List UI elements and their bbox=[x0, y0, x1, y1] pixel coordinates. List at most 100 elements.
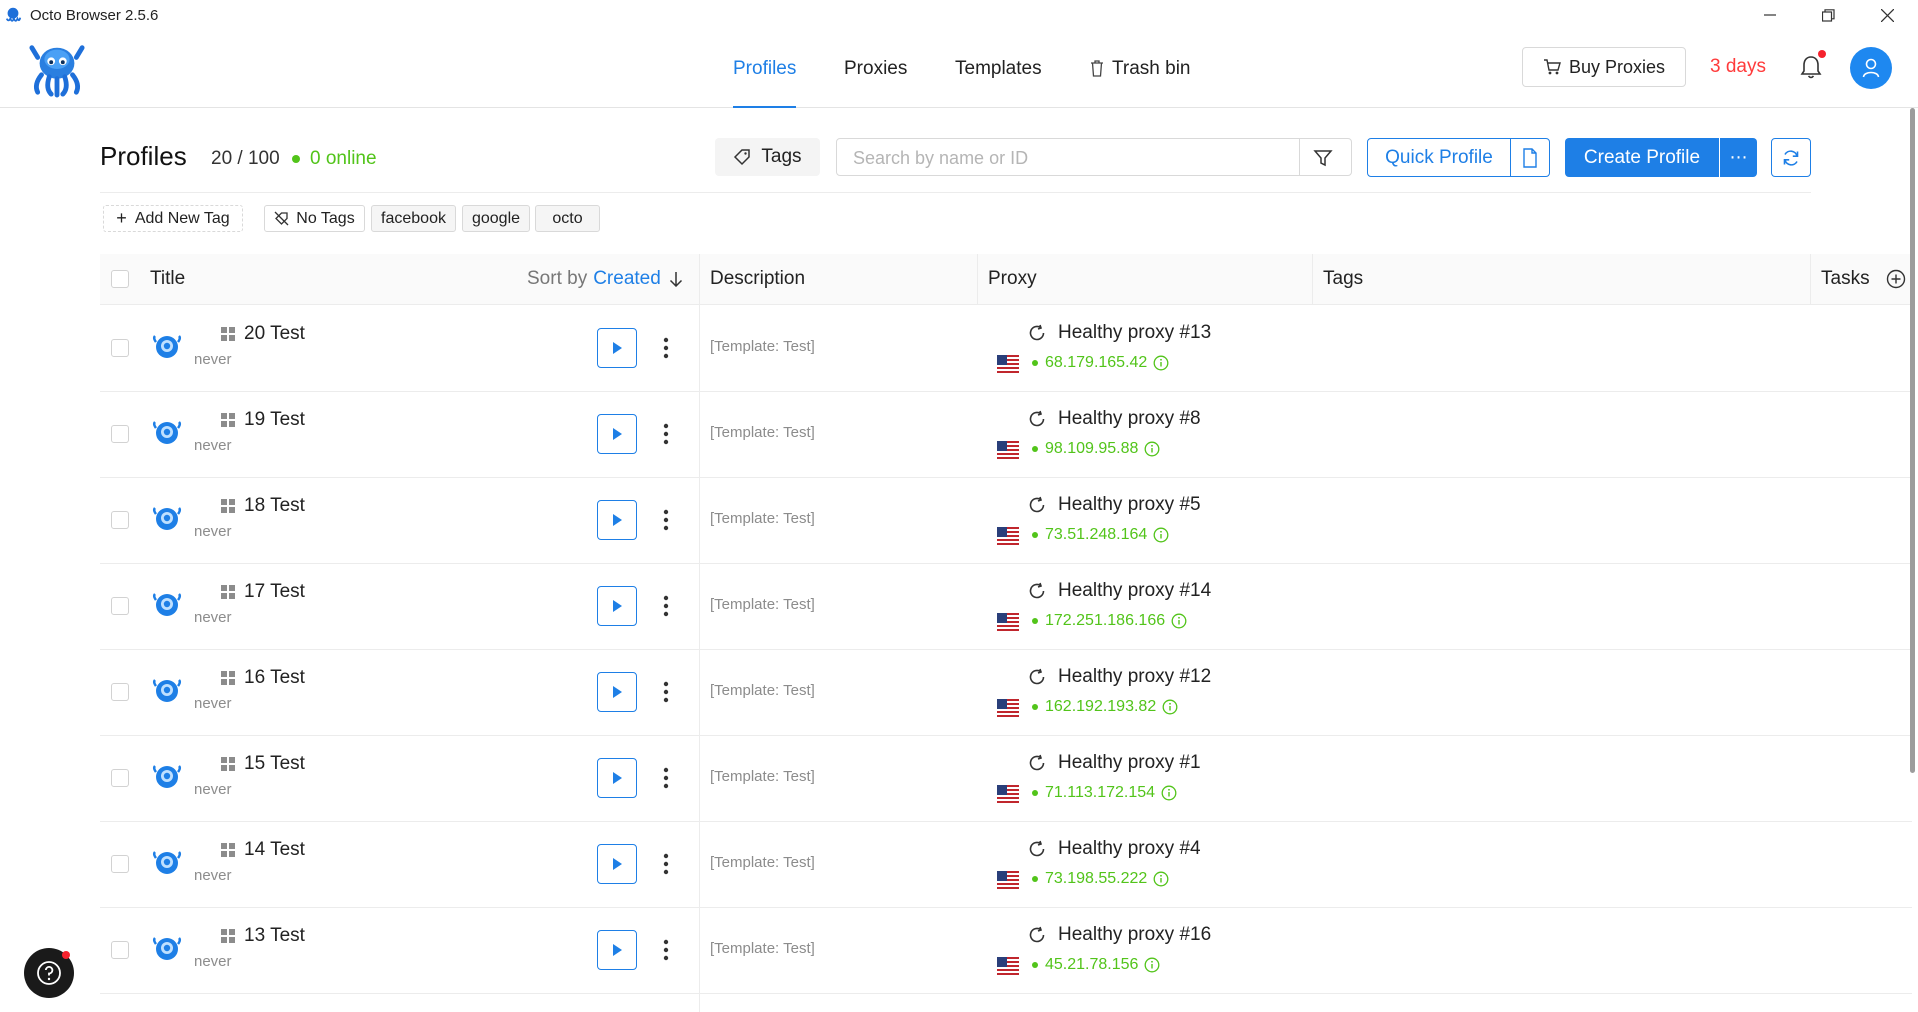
start-profile-button[interactable] bbox=[597, 328, 637, 368]
user-avatar[interactable] bbox=[1850, 47, 1892, 89]
tag-octo[interactable]: octo bbox=[535, 205, 600, 232]
select-all-checkbox[interactable] bbox=[111, 270, 129, 288]
column-divider bbox=[699, 254, 700, 304]
profile-title[interactable]: 18 Test bbox=[220, 495, 305, 517]
tag-facebook[interactable]: facebook bbox=[371, 205, 456, 232]
tab-proxies[interactable]: Proxies bbox=[844, 30, 907, 107]
table-row[interactable]: 14 Test never [Template: Test] Healthy prox… bbox=[100, 821, 1912, 908]
more-vertical-icon bbox=[663, 595, 669, 617]
row-menu-button[interactable] bbox=[656, 416, 676, 452]
proxy-name-label: Healthy proxy #5 bbox=[1058, 494, 1201, 515]
proxy-ip: 73.51.248.164 bbox=[1032, 526, 1169, 544]
row-menu-button[interactable] bbox=[656, 674, 676, 710]
file-icon bbox=[1523, 147, 1537, 168]
tab-trash-bin[interactable]: Trash bin bbox=[1090, 30, 1191, 107]
search-input[interactable] bbox=[851, 146, 1295, 170]
tags-filter-button[interactable]: Tags bbox=[715, 138, 820, 176]
proxy-name[interactable]: Healthy proxy #5 bbox=[1028, 494, 1201, 516]
info-icon[interactable] bbox=[1153, 871, 1169, 887]
tag-no-tags[interactable]: No Tags bbox=[264, 205, 365, 232]
profile-title[interactable]: 20 Test bbox=[220, 323, 305, 345]
subscription-days-left[interactable]: 3 days bbox=[1710, 56, 1766, 78]
buy-proxies-button[interactable]: Buy Proxies bbox=[1522, 47, 1686, 87]
trash-icon bbox=[1091, 60, 1103, 77]
restore-button[interactable] bbox=[1799, 0, 1857, 30]
column-proxy: Proxy bbox=[988, 268, 1037, 289]
row-checkbox[interactable] bbox=[111, 941, 129, 959]
info-icon[interactable] bbox=[1171, 613, 1187, 629]
row-checkbox[interactable] bbox=[111, 683, 129, 701]
profile-title[interactable]: 15 Test bbox=[220, 753, 305, 775]
create-profile-more-button[interactable]: ⋯ bbox=[1720, 138, 1757, 177]
row-menu-button[interactable] bbox=[656, 330, 676, 366]
table-row[interactable]: 13 Test never [Template: Test] Healthy prox… bbox=[100, 907, 1912, 994]
profile-title[interactable]: 17 Test bbox=[220, 581, 305, 603]
row-checkbox[interactable] bbox=[111, 425, 129, 443]
proxy-name[interactable]: Healthy proxy #1 bbox=[1028, 752, 1201, 774]
tab-templates[interactable]: Templates bbox=[955, 30, 1042, 107]
row-menu-button[interactable] bbox=[656, 760, 676, 796]
row-checkbox[interactable] bbox=[111, 769, 129, 787]
profile-title[interactable]: 14 Test bbox=[220, 839, 305, 861]
proxy-name[interactable]: Healthy proxy #13 bbox=[1028, 322, 1211, 344]
create-profile-button[interactable]: Create Profile bbox=[1565, 138, 1719, 177]
start-profile-button[interactable] bbox=[597, 758, 637, 798]
filter-icon[interactable] bbox=[1312, 147, 1334, 169]
start-profile-button[interactable] bbox=[597, 414, 637, 454]
row-checkbox[interactable] bbox=[111, 339, 129, 357]
start-profile-button[interactable] bbox=[597, 586, 637, 626]
bell-icon[interactable] bbox=[1799, 54, 1823, 82]
last-launched: never bbox=[194, 695, 232, 712]
info-icon[interactable] bbox=[1144, 441, 1160, 457]
row-menu-button[interactable] bbox=[656, 932, 676, 968]
row-menu-button[interactable] bbox=[656, 846, 676, 882]
proxy-name[interactable]: Healthy proxy #12 bbox=[1028, 666, 1211, 688]
info-icon[interactable] bbox=[1162, 699, 1178, 715]
profile-title[interactable]: 19 Test bbox=[220, 409, 305, 431]
add-column-icon[interactable] bbox=[1886, 269, 1906, 289]
column-divider bbox=[1312, 254, 1313, 304]
add-new-tag-button[interactable]: + Add New Tag bbox=[103, 205, 243, 232]
column-tags: Tags bbox=[1323, 268, 1364, 289]
table-row[interactable]: 18 Test never [Template: Test] Healthy prox… bbox=[100, 477, 1912, 564]
info-icon[interactable] bbox=[1161, 785, 1177, 801]
status-dot-icon bbox=[1032, 790, 1038, 796]
proxy-name[interactable]: Healthy proxy #14 bbox=[1028, 580, 1211, 602]
cart-icon bbox=[1543, 59, 1561, 75]
table-row[interactable]: 20 Test never [Template: Test] Healthy prox… bbox=[100, 305, 1912, 392]
start-profile-button[interactable] bbox=[597, 500, 637, 540]
table-row[interactable]: 17 Test never [Template: Test] Healthy prox… bbox=[100, 563, 1912, 650]
proxy-name[interactable]: Healthy proxy #16 bbox=[1028, 924, 1211, 946]
profile-name: 19 Test bbox=[244, 409, 305, 430]
row-checkbox[interactable] bbox=[111, 597, 129, 615]
table-row[interactable]: 15 Test never [Template: Test] Healthy prox… bbox=[100, 735, 1912, 822]
row-menu-button[interactable] bbox=[656, 588, 676, 624]
tag-google[interactable]: google bbox=[462, 205, 530, 232]
quick-profile-file-button[interactable] bbox=[1510, 138, 1550, 177]
start-profile-button[interactable] bbox=[597, 672, 637, 712]
proxy-name[interactable]: Healthy proxy #4 bbox=[1028, 838, 1201, 860]
sort-control[interactable]: Sort by Created bbox=[527, 254, 683, 304]
row-checkbox[interactable] bbox=[111, 511, 129, 529]
info-icon[interactable] bbox=[1153, 527, 1169, 543]
refresh-icon bbox=[1783, 149, 1799, 166]
start-profile-button[interactable] bbox=[597, 930, 637, 970]
start-profile-button[interactable] bbox=[597, 844, 637, 884]
proxy-name[interactable]: Healthy proxy #8 bbox=[1028, 408, 1201, 430]
profile-title[interactable]: 13 Test bbox=[220, 925, 305, 947]
octo-logo[interactable] bbox=[28, 40, 86, 98]
table-row[interactable]: 19 Test never [Template: Test] Healthy prox… bbox=[100, 391, 1912, 478]
info-icon[interactable] bbox=[1144, 957, 1160, 973]
quick-profile-button[interactable]: Quick Profile bbox=[1367, 138, 1511, 177]
vertical-scrollbar[interactable] bbox=[1910, 108, 1915, 773]
browser-profile-icon bbox=[152, 851, 182, 874]
row-checkbox[interactable] bbox=[111, 855, 129, 873]
minimize-button[interactable] bbox=[1741, 0, 1799, 30]
close-window-button[interactable] bbox=[1858, 0, 1916, 30]
row-menu-button[interactable] bbox=[656, 502, 676, 538]
tab-profiles[interactable]: Profiles bbox=[733, 30, 797, 108]
info-icon[interactable] bbox=[1153, 355, 1169, 371]
profile-title[interactable]: 16 Test bbox=[220, 667, 305, 689]
table-row[interactable]: 16 Test never [Template: Test] Healthy prox… bbox=[100, 649, 1912, 736]
refresh-button[interactable] bbox=[1771, 138, 1811, 177]
